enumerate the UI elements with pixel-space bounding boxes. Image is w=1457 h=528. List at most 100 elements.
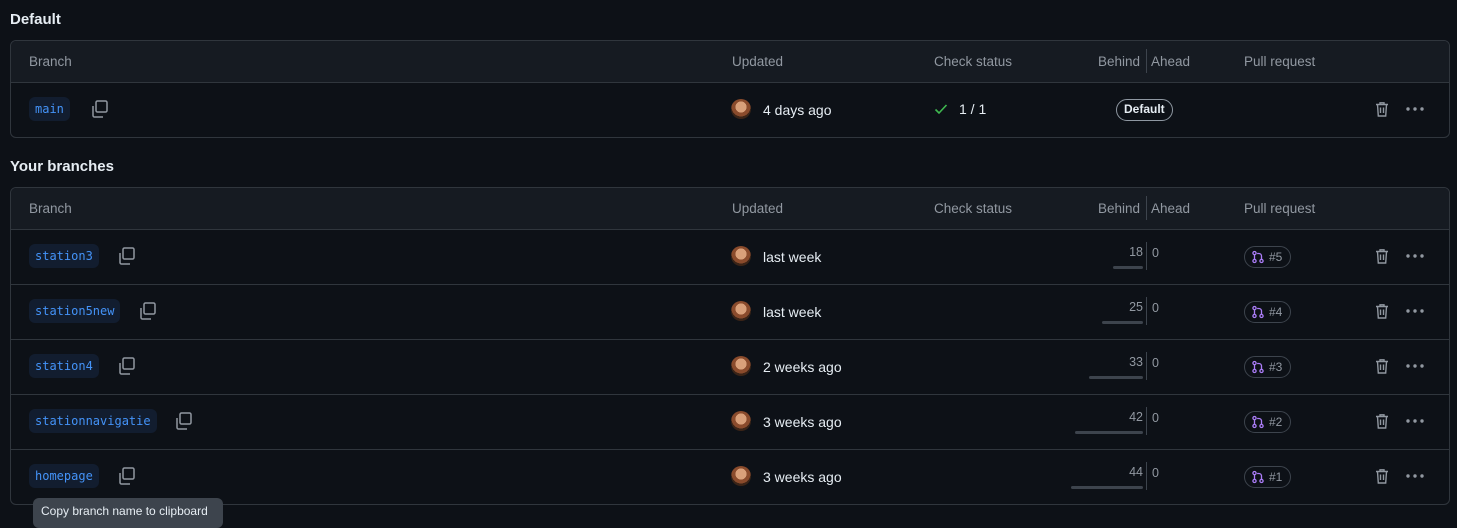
col-behind: Behind <box>1098 201 1141 216</box>
behind-indicator: 18 <box>1113 244 1143 269</box>
behind-ahead-divider <box>1146 352 1147 380</box>
trash-icon[interactable] <box>1373 412 1391 430</box>
ahead-count: 0 <box>1152 246 1159 260</box>
ahead-count: 0 <box>1152 301 1159 315</box>
avatar[interactable] <box>731 246 751 266</box>
col-check-status: Check status <box>934 201 1013 216</box>
behind-indicator: 25 <box>1102 299 1143 324</box>
ahead-count: 0 <box>1152 411 1159 425</box>
avatar[interactable] <box>731 466 751 486</box>
branch-link[interactable]: station5new <box>29 299 121 323</box>
behind-bar <box>1102 321 1143 324</box>
ahead-count: 0 <box>1152 356 1159 370</box>
col-updated: Updated <box>732 201 784 216</box>
copy-icon[interactable] <box>116 245 138 267</box>
behind-count: 25 <box>1129 300 1143 314</box>
default-section-title: Default <box>10 11 61 28</box>
branch-link-main[interactable]: main <box>29 97 70 121</box>
default-badge: Default <box>1116 99 1173 121</box>
pull-request-icon <box>1251 360 1265 374</box>
behind-count: 33 <box>1129 355 1143 369</box>
behind-bar <box>1089 376 1143 379</box>
col-behind: Behind <box>1098 54 1141 69</box>
behind-ahead-divider <box>1146 49 1147 73</box>
kebab-menu-icon[interactable] <box>1404 467 1426 485</box>
table-row: main 4 days ago 1 / 1 Default <box>11 83 1449 137</box>
pull-request-icon <box>1251 415 1265 429</box>
copy-icon[interactable] <box>116 465 138 487</box>
behind-indicator: 44 <box>1071 464 1143 489</box>
pull-request-icon <box>1251 305 1265 319</box>
behind-count: 42 <box>1129 410 1143 424</box>
pull-request-link[interactable]: #2 <box>1244 411 1292 433</box>
col-pull-request: Pull request <box>1244 201 1316 216</box>
check-count: 1 / 1 <box>959 101 987 117</box>
kebab-menu-icon[interactable] <box>1404 357 1426 375</box>
avatar[interactable] <box>731 301 751 321</box>
col-check-status: Check status <box>934 54 1013 69</box>
col-pull-request: Pull request <box>1244 54 1316 69</box>
trash-icon[interactable] <box>1373 100 1391 118</box>
table-row: homepage 3 weeks ago 44 0 #1 <box>11 450 1449 504</box>
updated-time: 3 weeks ago <box>763 414 842 430</box>
behind-count: 44 <box>1129 465 1143 479</box>
avatar[interactable] <box>731 356 751 376</box>
kebab-menu-icon[interactable] <box>1404 247 1426 265</box>
check-status[interactable]: 1 / 1 <box>933 101 986 117</box>
copy-icon[interactable] <box>89 98 111 120</box>
behind-bar <box>1113 266 1143 269</box>
copy-tooltip: Copy branch name to clipboard <box>33 498 223 528</box>
avatar[interactable] <box>731 411 751 431</box>
your-branches-title: Your branches <box>10 158 114 175</box>
behind-indicator: 33 <box>1089 354 1143 379</box>
table-row: station4 2 weeks ago 33 0 #3 <box>11 340 1449 395</box>
default-branch-table: Branch Updated Check status Behind Ahead… <box>10 40 1450 138</box>
kebab-menu-icon[interactable] <box>1404 302 1426 320</box>
updated-time: last week <box>763 304 822 320</box>
copy-icon[interactable] <box>173 410 195 432</box>
updated-time: 2 weeks ago <box>763 359 842 375</box>
behind-bar <box>1075 431 1143 434</box>
table-row: stationnavigatie 3 weeks ago 42 0 #2 <box>11 395 1449 450</box>
pull-request-icon <box>1251 470 1265 484</box>
col-updated: Updated <box>732 54 784 69</box>
table-row: station3 last week 18 0 #5 <box>11 230 1449 285</box>
branch-list: station3 last week 18 0 #5 station5new last we… <box>11 230 1449 504</box>
pull-request-number: #5 <box>1269 249 1283 264</box>
col-branch: Branch <box>29 54 72 69</box>
updated-time: 4 days ago <box>763 102 832 118</box>
updated-time: 3 weeks ago <box>763 469 842 485</box>
branch-link[interactable]: station4 <box>29 354 99 378</box>
behind-ahead-divider <box>1146 297 1147 325</box>
avatar[interactable] <box>731 99 751 119</box>
copy-icon[interactable] <box>137 300 159 322</box>
branch-link[interactable]: homepage <box>29 464 99 488</box>
behind-ahead-divider <box>1146 407 1147 435</box>
behind-ahead-divider <box>1146 462 1147 490</box>
behind-ahead-divider <box>1146 196 1147 220</box>
pull-request-link[interactable]: #4 <box>1244 301 1292 323</box>
behind-count: 18 <box>1129 245 1143 259</box>
col-ahead: Ahead <box>1151 54 1191 69</box>
branch-link[interactable]: station3 <box>29 244 99 268</box>
pull-request-link[interactable]: #1 <box>1244 466 1292 488</box>
kebab-menu-icon[interactable] <box>1404 100 1426 118</box>
copy-icon[interactable] <box>116 355 138 377</box>
updated-time: last week <box>763 249 822 265</box>
branch-link[interactable]: stationnavigatie <box>29 409 157 433</box>
pull-request-number: #1 <box>1269 469 1283 484</box>
trash-icon[interactable] <box>1373 467 1391 485</box>
check-icon <box>934 104 948 115</box>
pull-request-number: #3 <box>1269 359 1283 374</box>
trash-icon[interactable] <box>1373 357 1391 375</box>
kebab-menu-icon[interactable] <box>1404 412 1426 430</box>
table-header: Branch Updated Check status Behind Ahead… <box>11 188 1449 230</box>
pull-request-link[interactable]: #5 <box>1244 246 1292 268</box>
col-ahead: Ahead <box>1151 201 1191 216</box>
behind-indicator: 42 <box>1075 409 1143 434</box>
trash-icon[interactable] <box>1373 247 1391 265</box>
pull-request-link[interactable]: #3 <box>1244 356 1292 378</box>
behind-ahead-divider <box>1146 242 1147 270</box>
trash-icon[interactable] <box>1373 302 1391 320</box>
your-branches-table: Branch Updated Check status Behind Ahead… <box>10 187 1450 505</box>
